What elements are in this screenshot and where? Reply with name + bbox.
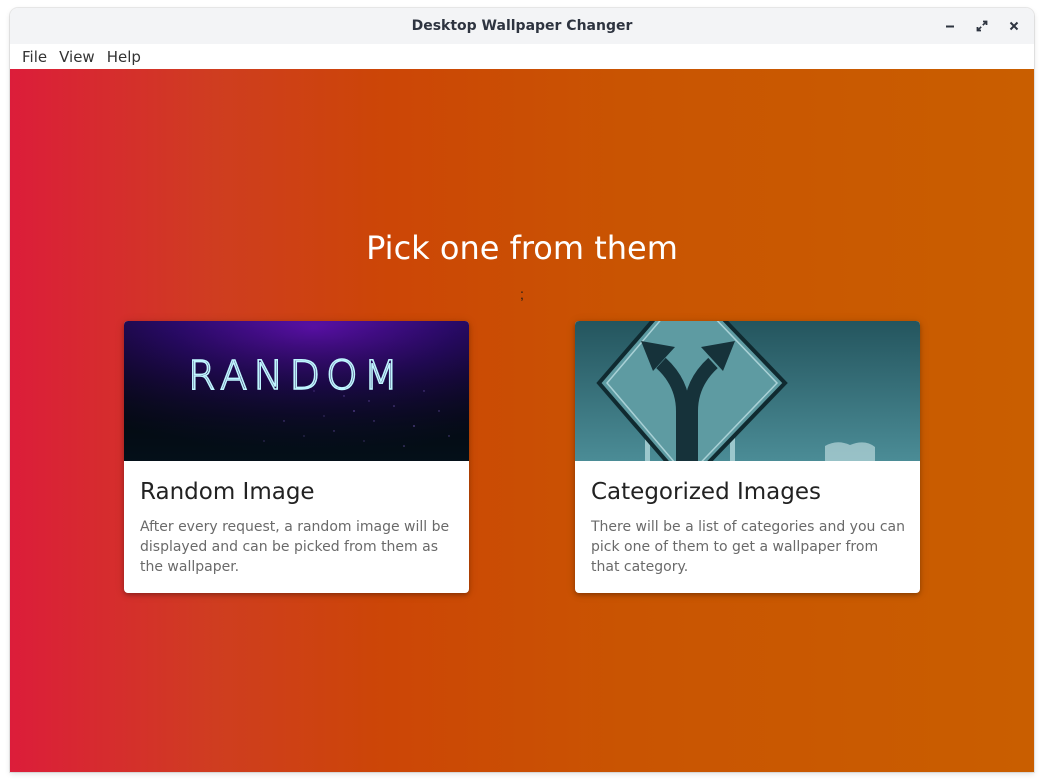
random-neon-text: RANDOM: [188, 353, 404, 399]
categorized-images-card[interactable]: Categorized Images There will be a list …: [575, 321, 920, 593]
app-window: Desktop Wallpaper Changer File View Help…: [10, 8, 1034, 772]
title-bar[interactable]: Desktop Wallpaper Changer: [10, 8, 1034, 44]
close-button[interactable]: [1000, 12, 1028, 40]
maximize-icon: [976, 20, 988, 32]
maximize-button[interactable]: [968, 12, 996, 40]
close-icon: [1009, 21, 1019, 31]
page-heading: Pick one from them: [366, 229, 678, 267]
main-content: Pick one from them ; RANDOM Random Image…: [10, 69, 1034, 772]
window-controls: [936, 8, 1028, 44]
menu-file[interactable]: File: [16, 48, 53, 66]
minimize-icon: [946, 25, 954, 28]
categorized-card-title: Categorized Images: [591, 479, 821, 505]
menu-bar: File View Help: [10, 44, 1034, 70]
menu-view[interactable]: View: [53, 48, 101, 66]
random-card-description: After every request, a random image will…: [140, 519, 450, 575]
menu-help[interactable]: Help: [101, 48, 147, 66]
random-image-card[interactable]: RANDOM Random Image After every request,…: [124, 321, 469, 593]
categorized-card-description: There will be a list of categories and y…: [591, 519, 906, 575]
random-neon-image: RANDOM: [124, 321, 469, 461]
separator-text: ;: [520, 286, 524, 302]
minimize-button[interactable]: [936, 12, 964, 40]
window-title: Desktop Wallpaper Changer: [411, 18, 633, 34]
random-card-title: Random Image: [140, 479, 315, 505]
fork-road-sign-image: [575, 321, 920, 461]
